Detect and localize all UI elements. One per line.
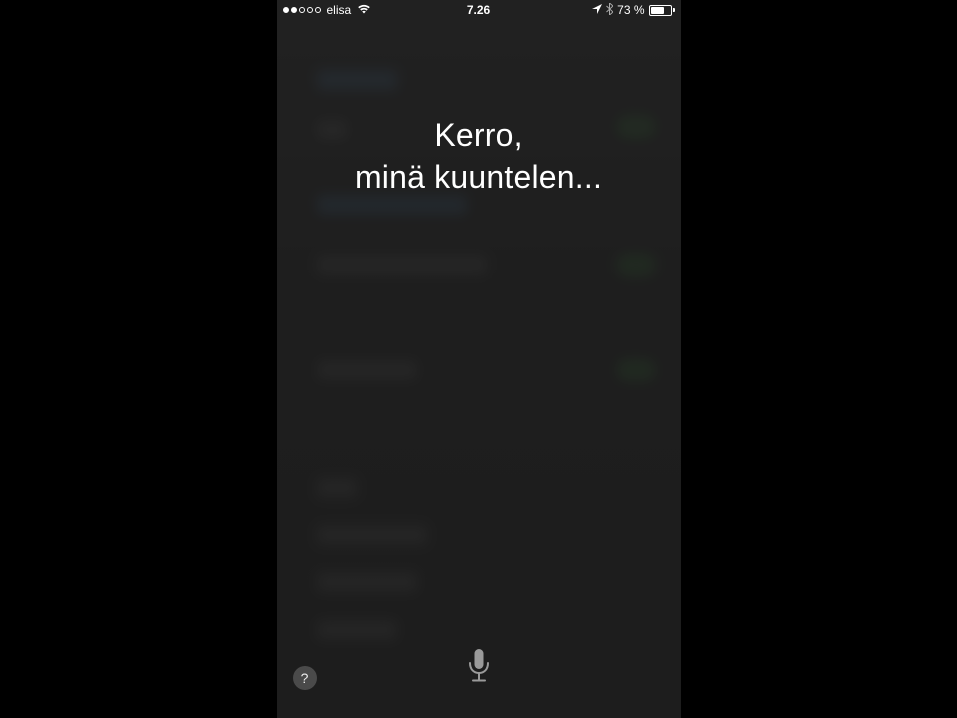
microphone-icon [468, 649, 490, 683]
mic-button[interactable] [468, 649, 490, 688]
siri-prompt: Kerro, minä kuuntelen... [277, 115, 681, 198]
question-mark-icon: ? [301, 670, 309, 686]
status-bar: elisa 7.26 73 % [277, 0, 681, 20]
battery-percent-label: 73 % [617, 3, 644, 17]
bluetooth-icon [606, 3, 613, 18]
help-button[interactable]: ? [293, 666, 317, 690]
signal-strength-icon [283, 7, 321, 13]
location-icon [592, 3, 602, 17]
carrier-label: elisa [327, 3, 352, 17]
phone-screen: elisa 7.26 73 % [277, 0, 681, 718]
siri-bottom-controls: ? [277, 638, 681, 718]
siri-prompt-line2: minä kuuntelen... [277, 157, 681, 199]
status-bar-left: elisa [283, 3, 372, 17]
status-bar-time: 7.26 [467, 3, 490, 17]
siri-overlay [277, 0, 681, 718]
status-bar-right: 73 % [592, 3, 674, 18]
siri-prompt-line1: Kerro, [277, 115, 681, 157]
battery-icon [649, 5, 675, 16]
wifi-icon [357, 3, 371, 17]
